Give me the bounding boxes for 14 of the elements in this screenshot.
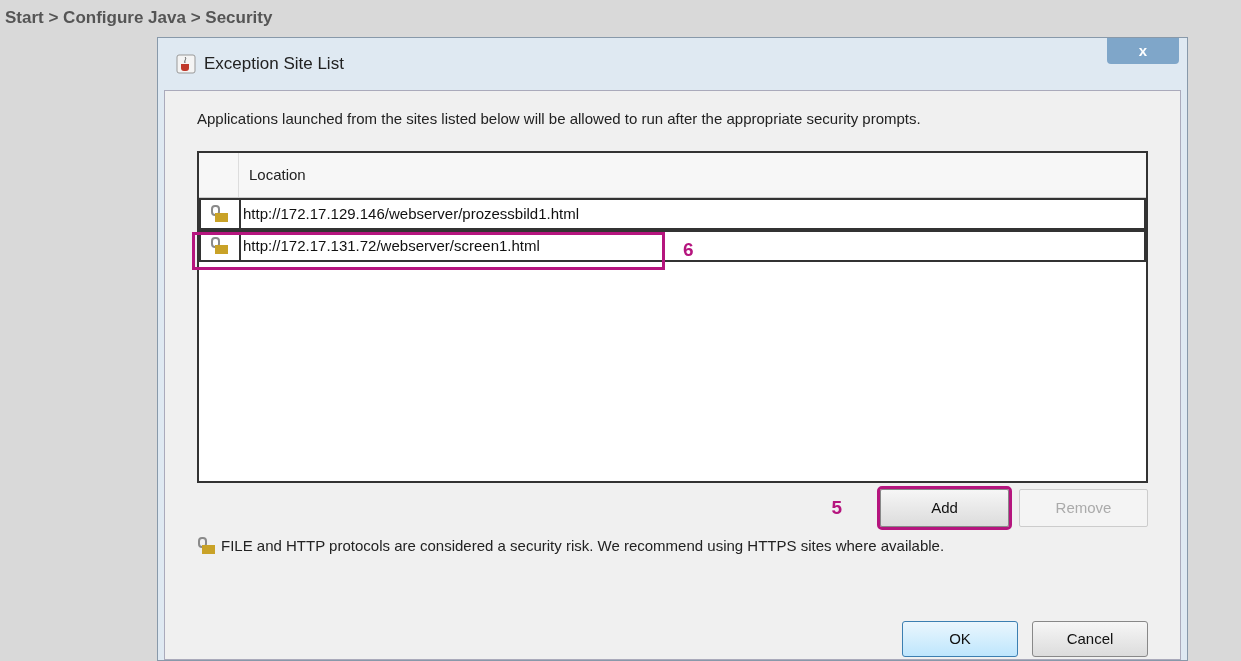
breadcrumb: Start > Configure Java > Security [5, 8, 273, 27]
dialog-button[interactable]: OK [902, 621, 1018, 657]
site-url[interactable]: http://172.17.131.72/webserver/screen1.html [241, 234, 542, 258]
lock-icon [197, 536, 217, 557]
warning-text: FILE and HTTP protocols are considered a security risk. We recommend using HTTPS sites where available. [221, 536, 945, 556]
description-text: Applications launched from the sites listed below will be allowed to run after the appropriate security prompts. [197, 109, 922, 129]
list-button[interactable]: Add [880, 489, 1009, 527]
dialog-title: Exception Site List [204, 53, 344, 76]
dialog-button[interactable]: Cancel [1032, 621, 1148, 657]
step-number: 5 [831, 495, 842, 520]
step-number: 6 [683, 238, 694, 262]
lock-icon [210, 236, 230, 256]
java-cup-icon [176, 54, 196, 74]
lock-icon [210, 204, 230, 224]
